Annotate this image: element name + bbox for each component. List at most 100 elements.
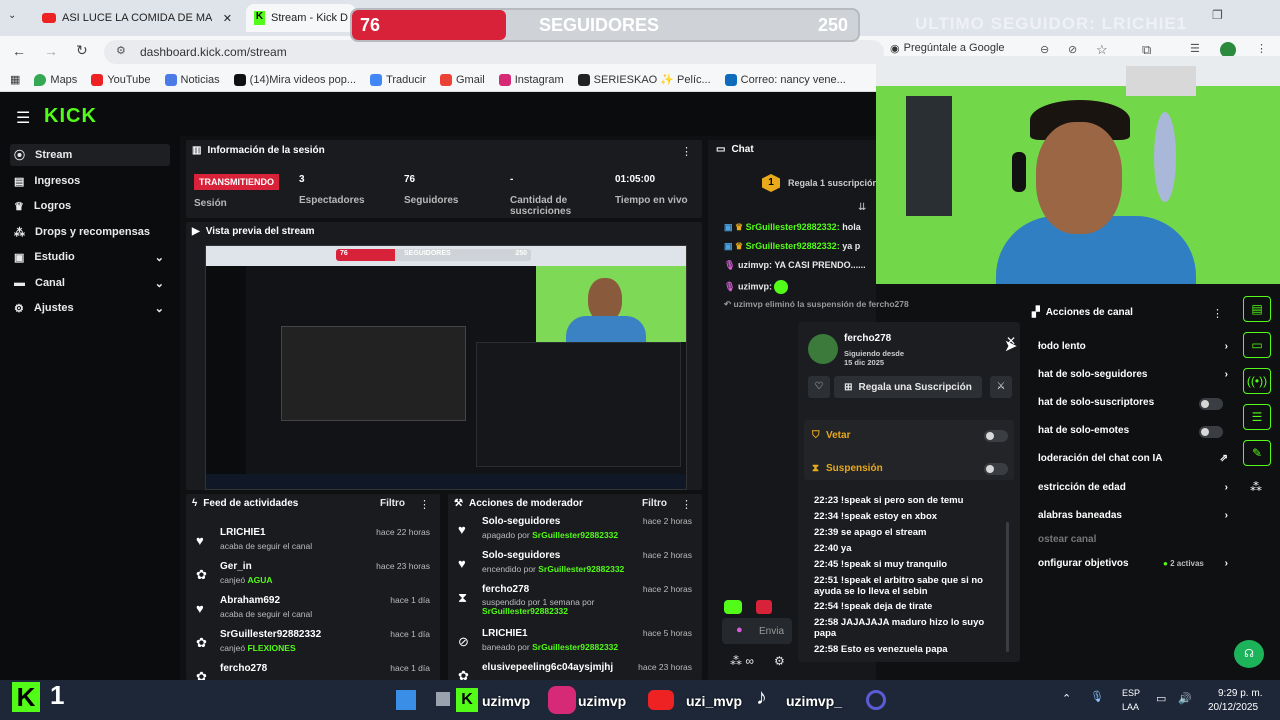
bookmark-youtube[interactable]: YouTube (91, 73, 151, 86)
forward-icon[interactable]: → (44, 43, 58, 59)
chat-input[interactable]: ● Envia (722, 618, 792, 644)
activity-user[interactable]: LRICHIE1 (220, 527, 266, 538)
bookmark-instagram[interactable]: Instagram (498, 73, 564, 86)
keyboard-layout[interactable]: LAA (1122, 702, 1139, 712)
rail-chat-button[interactable]: ▭ (1243, 332, 1271, 358)
rail-broadcast-button[interactable]: ((•)) (1243, 368, 1271, 394)
chat-username[interactable]: SrGuillester92882332: (746, 241, 840, 251)
banned-words-row[interactable]: alabras baneadas › (1038, 510, 1228, 521)
slow-mode-row[interactable]: łodo lento › (1038, 341, 1228, 352)
filter-button[interactable]: Filtro (642, 498, 667, 509)
obs-icon[interactable] (866, 690, 886, 710)
ai-moderation-row[interactable]: loderación del chat con IA ⇗ (1038, 453, 1228, 464)
sidebar-item-ajustes[interactable]: ⚙ Ajustes ⌄ (10, 297, 170, 319)
scrollbar[interactable] (1006, 522, 1009, 652)
mod-user[interactable]: SrGuillester92882332 (538, 564, 624, 574)
goals-row[interactable]: onfigurar objetivos ● 2 activas › (1038, 558, 1228, 569)
gift-sub-button[interactable]: ⊞ Regala una Suscripción (834, 376, 982, 398)
zoom-icon[interactable]: ⊖ (1040, 43, 1049, 56)
more-icon[interactable]: ⋮ (681, 498, 692, 511)
windows-start-icon[interactable] (396, 690, 416, 710)
scroll-down-icon[interactable]: ⇊ (858, 202, 866, 213)
clock-time[interactable]: 9:29 p. m. (1218, 688, 1262, 699)
rail-tools-button[interactable]: ✎ (1243, 440, 1271, 466)
mod-user[interactable]: SrGuillester92882332 (482, 606, 568, 616)
emotes-only-toggle[interactable] (1199, 426, 1223, 438)
timeout-toggle[interactable] (984, 463, 1008, 475)
mod-tools-button[interactable]: ⚔ (990, 376, 1012, 398)
followers-only-row[interactable]: hat de solo-seguidores › (1038, 369, 1228, 380)
mod-action[interactable]: fercho278 (482, 584, 529, 595)
chevron-up-icon[interactable]: ⌃ (1062, 692, 1071, 705)
network-icon[interactable]: ▭ (1156, 692, 1166, 705)
language[interactable]: ESP (1122, 688, 1140, 698)
activity-text: canjeó FLEXIONES (220, 643, 296, 653)
tab-kick[interactable]: K Stream - Kick D (246, 4, 356, 32)
eye-off-icon[interactable]: ⊘ (1068, 43, 1077, 56)
follow-button[interactable]: ♡ (808, 376, 830, 398)
tab-youtube[interactable]: ASI LUCE LA COMIDA DE MAR ✕ (34, 4, 240, 32)
subscribers-only-toggle[interactable] (1199, 398, 1223, 410)
emote-button-icon[interactable] (724, 600, 742, 614)
task-view-icon[interactable] (436, 692, 450, 706)
activity-user[interactable]: Abraham692 (220, 595, 280, 606)
mod-user[interactable]: SrGuillester92882332 (532, 642, 618, 652)
more-icon[interactable]: ⋮ (419, 498, 430, 511)
drops-icon[interactable]: ⁂ (1250, 480, 1262, 494)
chat-username[interactable]: uzimvp: (738, 260, 772, 270)
reload-icon[interactable]: ↻ (76, 42, 88, 59)
more-icon[interactable]: ⋮ (681, 145, 692, 158)
support-button[interactable]: ☊ (1234, 640, 1264, 668)
bookmark-tiktok[interactable]: (14)Mira videos pop... (233, 73, 356, 86)
close-icon[interactable]: ✕ (223, 12, 232, 25)
sidebar-item-estudio[interactable]: ▣ Estudio ⌄ (10, 246, 170, 268)
sidebar-item-ingresos[interactable]: ▤ Ingresos (10, 170, 170, 192)
users-icon[interactable]: ⁂ ∞ (730, 654, 754, 668)
rail-layout-button[interactable]: ☰ (1243, 404, 1271, 430)
user-card-name[interactable]: fercho278 (844, 333, 891, 344)
apps-icon[interactable]: ▦ (10, 73, 20, 86)
bookmark-traducir[interactable]: Traducir (370, 73, 426, 86)
bookmark-noticias[interactable]: Noticias (164, 73, 220, 86)
age-restriction-row[interactable]: estricción de edad › (1038, 482, 1228, 493)
gift-icon[interactable] (756, 600, 772, 614)
tab-list-icon[interactable]: ⌄ (8, 10, 16, 21)
pinned-gift-text[interactable]: Regala 1 suscripción y (788, 178, 886, 188)
income-icon: ▤ (14, 175, 25, 188)
filter-button[interactable]: Filtro (380, 498, 405, 509)
back-icon[interactable]: ← (12, 43, 26, 59)
ask-google-button[interactable]: ◉ Pregúntale a Google (890, 42, 1005, 55)
bookmark-maps[interactable]: Maps (34, 73, 77, 86)
volume-icon[interactable]: 🔊 (1178, 692, 1192, 705)
chat-username[interactable]: uzimvp: (738, 281, 772, 291)
kick-app-icon[interactable]: K (456, 688, 478, 712)
media-icon[interactable]: ☰ (1190, 42, 1200, 55)
activity-user[interactable]: Ger_in (220, 561, 252, 572)
site-info-icon[interactable]: ⚙ (116, 44, 126, 57)
mod-user[interactable]: SrGuillester92882332 (532, 530, 618, 540)
menu-icon[interactable]: ⋮ (1256, 42, 1267, 55)
clock-date[interactable]: 20/12/2025 (1208, 702, 1258, 713)
ban-toggle[interactable] (984, 430, 1008, 442)
stream-preview-video[interactable]: 76 SEGUIDORES 250 (205, 245, 687, 490)
sidebar-item-logros[interactable]: ♛ Logros (10, 195, 170, 217)
activity-user[interactable]: fercho278 (220, 663, 267, 674)
settings-icon[interactable]: ⚙ (774, 654, 785, 668)
hamburger-menu-icon[interactable]: ☰ (16, 108, 30, 128)
bookmark-serieskao[interactable]: SERIESKAO ✨ Pelíc... (577, 73, 711, 86)
more-icon[interactable]: ⋮ (1212, 307, 1223, 320)
sidebar-item-canal[interactable]: ▬ Canal ⌄ (10, 272, 170, 294)
sidebar-item-stream[interactable]: ⦿ Stream (10, 144, 170, 166)
restore-icon[interactable]: ❐ (1212, 8, 1223, 22)
activity-user[interactable]: SrGuillester92882332 (220, 629, 321, 640)
kick-logo[interactable]: KICK (44, 105, 97, 128)
url-field[interactable]: ⚙ dashboard.kick.com/stream (104, 40, 884, 64)
rail-notes-button[interactable]: ▤ (1243, 296, 1271, 322)
bookmark-gmail[interactable]: Gmail (440, 73, 485, 86)
mod-action[interactable]: LRICHIE1 (482, 628, 528, 639)
mod-action[interactable]: elusivepeeling6c04aysjmjhj (482, 662, 613, 673)
mic-icon[interactable]: 🎙 (1090, 690, 1104, 703)
chat-username[interactable]: SrGuillester92882332: (746, 222, 840, 232)
bookmark-correo[interactable]: Correo: nancy vene... (724, 73, 846, 86)
sidebar-item-drops[interactable]: ⁂ Drops y recompensas (10, 221, 170, 243)
